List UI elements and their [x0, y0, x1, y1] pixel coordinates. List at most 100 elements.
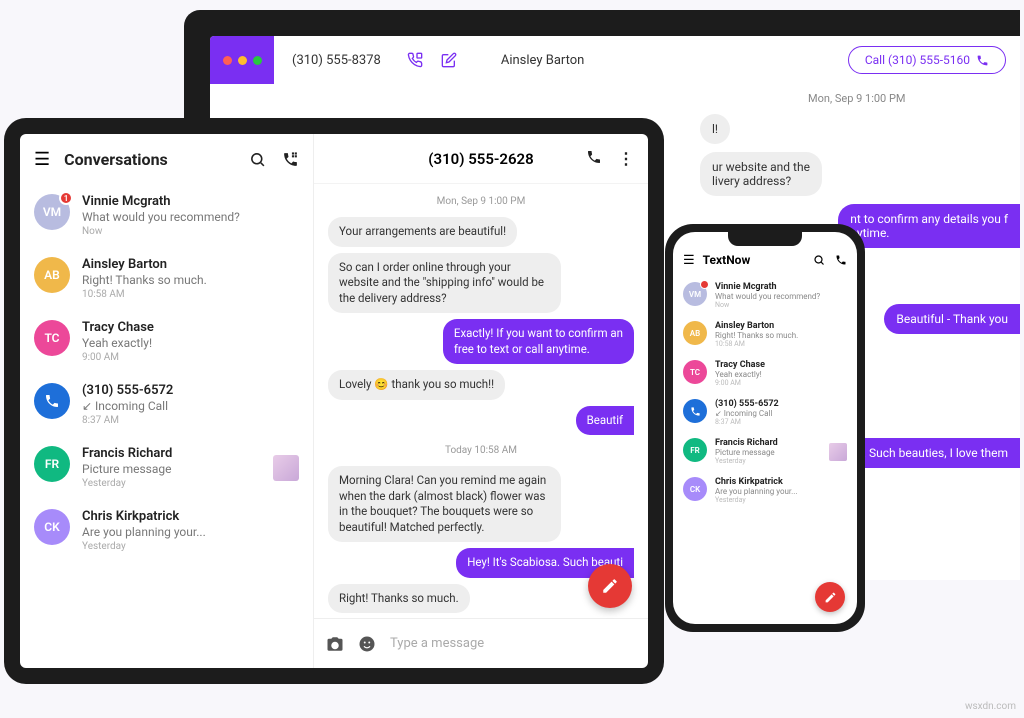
conversation-time: Yesterday: [82, 478, 261, 489]
laptop-phone-number: (310) 555-8378: [274, 53, 399, 68]
conversation-time: Now: [715, 301, 847, 309]
incoming-bubble: l!: [700, 114, 730, 144]
conversation-item[interactable]: (310) 555-6572↙ Incoming Call 8:37 AM: [20, 373, 313, 436]
phone-icon[interactable]: [586, 149, 602, 168]
conversation-item[interactable]: CKChris KirkpatrickAre you planning your…: [673, 471, 857, 510]
avatar: [683, 399, 707, 423]
menu-icon[interactable]: ☰: [683, 253, 695, 268]
window-controls[interactable]: [210, 36, 274, 84]
maximize-dot-icon[interactable]: [253, 56, 262, 65]
phone-title: TextNow: [703, 253, 751, 267]
menu-icon[interactable]: ☰: [34, 149, 50, 170]
unread-badge: [700, 280, 709, 289]
call-button-label: Call (310) 555-5160: [865, 53, 970, 67]
conversation-time: Yesterday: [82, 541, 299, 552]
minimize-dot-icon[interactable]: [238, 56, 247, 65]
conversation-name: Ainsley Barton: [715, 321, 847, 331]
laptop-timestamp: Mon, Sep 9 1:00 PM: [808, 92, 906, 105]
conversation-name: Ainsley Barton: [82, 257, 299, 272]
phone-notch: [728, 232, 802, 246]
incoming-bubble: Your arrangements are beautiful!: [328, 217, 517, 247]
incoming-bubble: So can I order online through your websi…: [328, 253, 561, 314]
conversation-item[interactable]: FRFrancis RichardPicture messageYesterda…: [20, 436, 313, 499]
close-dot-icon[interactable]: [223, 56, 232, 65]
conversation-name: Francis Richard: [82, 446, 261, 461]
compose-icon[interactable]: [441, 52, 457, 68]
conversation-item[interactable]: CKChris KirkpatrickAre you planning your…: [20, 499, 313, 562]
conversation-item[interactable]: ABAinsley BartonRight! Thanks so much.10…: [20, 247, 313, 310]
unread-badge: 1: [59, 191, 73, 205]
conversation-name: Chris Kirkpatrick: [82, 509, 299, 524]
dialpad-icon[interactable]: [282, 151, 299, 168]
incoming-bubble: Lovely 😊 thank you so much!!: [328, 370, 505, 400]
conversation-time: Yesterday: [715, 457, 821, 465]
image-thumbnail: [273, 455, 299, 481]
chat-panel: (310) 555-2628 ⋮ Mon, Sep 9 1:00 PM Your…: [314, 134, 648, 668]
incoming-bubble: ur website and the livery address?: [700, 152, 822, 196]
search-icon[interactable]: [813, 254, 825, 266]
avatar: [34, 383, 70, 419]
laptop-header: (310) 555-8378 Ainsley Barton Call (310)…: [210, 36, 1020, 84]
conversation-list: VM1 Vinnie McgrathWhat would you recommen…: [20, 184, 313, 668]
image-thumbnail: [829, 443, 847, 461]
outgoing-bubble: Beautiful - Thank you: [884, 304, 1020, 334]
outgoing-bubble: nt to confirm any details you f nytime.: [838, 204, 1020, 248]
emoji-icon[interactable]: [358, 635, 376, 653]
compose-fab[interactable]: [815, 582, 845, 612]
conversation-preview: Yeah exactly!: [82, 336, 299, 350]
conversation-time: 10:58 AM: [82, 289, 299, 300]
more-icon[interactable]: ⋮: [618, 149, 634, 168]
tablet-screen: ☰ Conversations VM1 Vinnie McgrathWhat wo…: [20, 134, 648, 668]
chat-header: (310) 555-2628 ⋮: [314, 134, 648, 184]
conversation-time: Now: [82, 226, 299, 237]
conversation-name: Francis Richard: [715, 438, 821, 448]
conversation-item[interactable]: ABAinsley BartonRight! Thanks so much.10…: [673, 315, 857, 354]
conversation-preview: What would you recommend?: [715, 292, 847, 301]
conversation-preview: Right! Thanks so much.: [82, 273, 299, 287]
conversation-preview: Are you planning your...: [715, 487, 847, 496]
chat-title: (310) 555-2628: [428, 150, 533, 168]
dialpad-icon[interactable]: [835, 254, 847, 266]
conversation-item[interactable]: TCTracy ChaseYeah exactly!9:00 AM: [20, 310, 313, 373]
conversation-preview: ↙ Incoming Call: [715, 409, 847, 418]
avatar: AB: [683, 321, 707, 345]
outgoing-bubble: Exactly! If you want to confirm an free …: [443, 319, 634, 364]
compose-fab[interactable]: [588, 564, 632, 608]
tablet-device: ☰ Conversations VM1 Vinnie McgrathWhat wo…: [4, 118, 664, 684]
conversation-preview: Picture message: [715, 448, 821, 457]
conversation-item[interactable]: (310) 555-6572↙ Incoming Call8:37 AM: [673, 393, 857, 432]
conversation-preview: What would you recommend?: [82, 210, 299, 224]
call-button[interactable]: Call (310) 555-5160: [848, 46, 1006, 74]
conversation-item[interactable]: VM Vinnie McgrathWhat would you recommend…: [673, 276, 857, 315]
conversation-item[interactable]: VM1 Vinnie McgrathWhat would you recommen…: [20, 184, 313, 247]
conversation-name: Vinnie Mcgrath: [715, 282, 847, 292]
outgoing-bubble: Beautif: [576, 406, 634, 436]
sidebar-header: ☰ Conversations: [20, 134, 313, 184]
conversation-time: 10:58 AM: [715, 340, 847, 348]
conversation-name: (310) 555-6572: [82, 383, 299, 398]
avatar: VM1: [34, 194, 70, 230]
conversation-time: 8:37 AM: [82, 415, 299, 426]
watermark: wsxdn.com: [965, 701, 1016, 712]
conversation-name: Chris Kirkpatrick: [715, 477, 847, 487]
conversation-time: 9:00 AM: [715, 379, 847, 387]
search-icon[interactable]: [249, 151, 266, 168]
conversation-name: Tracy Chase: [715, 360, 847, 370]
avatar: FR: [683, 438, 707, 462]
conversation-name: Vinnie Mcgrath: [82, 194, 299, 209]
laptop-contact-name: Ainsley Barton: [501, 53, 585, 68]
sidebar-title: Conversations: [64, 150, 168, 169]
timestamp: Mon, Sep 9 1:00 PM: [437, 196, 526, 207]
conversation-item[interactable]: FR Francis RichardPicture messageYesterda…: [673, 432, 857, 471]
message-input[interactable]: Type a message: [390, 636, 636, 651]
phone-device: ☰ TextNow VM Vinnie McgrathWhat would you…: [665, 224, 865, 632]
conversation-preview: Picture message: [82, 462, 261, 476]
conversation-preview: ↙ Incoming Call: [82, 399, 299, 413]
camera-icon[interactable]: [326, 635, 344, 653]
compose-bar: Type a message: [314, 618, 648, 668]
avatar: VM: [683, 282, 707, 306]
dialpad-icon[interactable]: [407, 52, 423, 68]
incoming-bubble: Morning Clara! Can you remind me again w…: [328, 466, 561, 542]
conversation-time: 8:37 AM: [715, 418, 847, 426]
conversation-item[interactable]: TCTracy ChaseYeah exactly!9:00 AM: [673, 354, 857, 393]
